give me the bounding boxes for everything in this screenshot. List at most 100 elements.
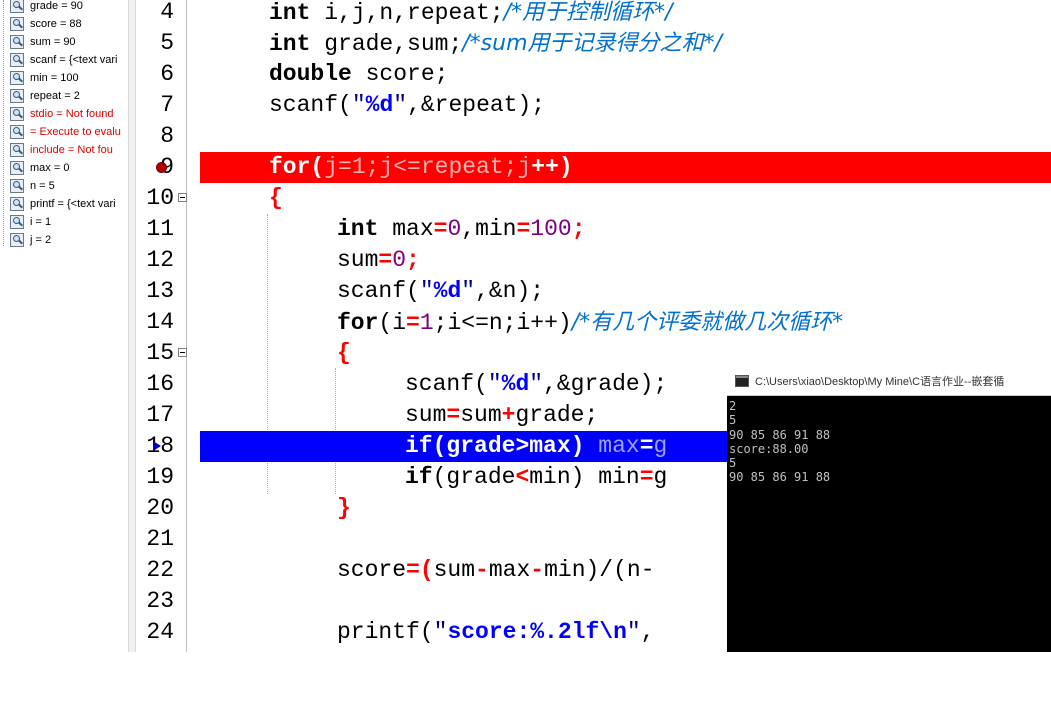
operator: = xyxy=(378,247,393,273)
watch-item[interactable]: printf = {<text vari xyxy=(10,195,116,213)
watch-item[interactable]: max = 0 xyxy=(10,159,69,177)
watch-item[interactable]: repeat = 2 xyxy=(10,87,80,105)
watch-magnifier-icon xyxy=(10,71,24,85)
watch-item[interactable]: scanf = {<text vari xyxy=(10,51,117,69)
code-text: scanf( xyxy=(269,92,352,118)
console-title: C:\Users\xiao\Desktop\My Mine\C语言作业--嵌套循 xyxy=(755,375,1005,388)
watch-label: min = 100 xyxy=(30,72,79,84)
brace: { xyxy=(269,185,283,211)
panel-splitter[interactable] xyxy=(128,0,136,652)
line-number[interactable]: 10 xyxy=(146,183,174,214)
code-line-12[interactable]: sum=0; xyxy=(198,245,1051,276)
watch-magnifier-icon xyxy=(10,107,24,121)
keyword: int xyxy=(269,0,311,26)
code-line-4[interactable]: int i,j,n,repeat;/*用于控制循环*/ xyxy=(198,0,1051,28)
operator: = xyxy=(639,464,654,490)
keyword: int xyxy=(337,216,379,242)
watch-item[interactable]: = Execute to evalu xyxy=(10,123,121,141)
code-line-7[interactable]: scanf("%d",&repeat); xyxy=(198,90,1051,121)
code-text: ,&grade); xyxy=(543,371,668,397)
line-number[interactable]: 23 xyxy=(146,586,174,617)
number: 1 xyxy=(419,310,434,336)
execution-pointer-icon xyxy=(153,441,161,451)
code-text: ,&n); xyxy=(475,278,545,304)
console-output: 2 5 90 85 86 91 88 score:88.00 5 90 85 86 91 … xyxy=(729,399,830,485)
line-number[interactable]: 15 xyxy=(146,338,174,369)
code-line-13[interactable]: scanf("%d",&n); xyxy=(198,276,1051,307)
code-line-11[interactable]: int max=0,min=100; xyxy=(198,214,1051,245)
watch-item[interactable]: score = 88 xyxy=(10,15,82,33)
code-line-6[interactable]: double score; xyxy=(198,59,1051,90)
watch-item[interactable]: stdio = Not found xyxy=(10,105,113,123)
format-specifier: %d xyxy=(433,278,462,304)
watch-label: stdio = Not found xyxy=(30,108,114,120)
line-number[interactable]: 8 xyxy=(160,121,174,152)
code-line-14[interactable]: for(i=1;i<=n;i++)/*有几个评委就做几次循环* xyxy=(198,307,1051,338)
code-text: grade; xyxy=(515,402,599,428)
watch-label: sum = 90 xyxy=(30,36,76,48)
string-quote: " xyxy=(393,92,408,118)
line-number[interactable]: 16 xyxy=(146,369,174,400)
code-text: ( xyxy=(310,154,325,180)
line-number[interactable]: 6 xyxy=(160,59,174,90)
fold-guide-line xyxy=(186,0,187,652)
operator: = xyxy=(433,216,448,242)
watch-item[interactable]: j = 2 xyxy=(10,231,51,249)
watch-magnifier-icon xyxy=(10,0,24,13)
line-number-gutter[interactable]: 4 5 6 7 8 9 10 11 12 13 14 15 16 17 18 19 20 21 22 23 24 xyxy=(136,0,198,652)
watch-magnifier-icon xyxy=(10,35,24,49)
line-number[interactable]: 22 xyxy=(146,555,174,586)
line-number[interactable]: 7 xyxy=(160,90,174,121)
comment: /*有几个评委就做几次循环* xyxy=(571,310,844,335)
line-number[interactable]: 20 xyxy=(146,493,174,524)
code-text: min xyxy=(584,464,640,490)
code-line-10[interactable]: { xyxy=(198,183,1051,214)
string-quote: " xyxy=(626,619,641,645)
code-text: scanf( xyxy=(405,371,488,397)
fold-toggle-icon[interactable] xyxy=(178,193,187,202)
watch-label: max = 0 xyxy=(30,162,70,174)
console-title-bar[interactable]: C:\Users\xiao\Desktop\My Mine\C语言作业--嵌套循 xyxy=(727,366,1051,396)
line-number[interactable]: 21 xyxy=(146,524,174,555)
comment: /*sum用于记录得分之和*/ xyxy=(462,31,722,56)
breakpoint-icon[interactable] xyxy=(156,162,167,173)
line-number[interactable]: 4 xyxy=(160,0,174,28)
line-number[interactable]: 13 xyxy=(146,276,174,307)
watch-item[interactable]: n = 5 xyxy=(10,177,55,195)
code-line-8[interactable] xyxy=(198,121,1051,152)
format-specifier: %d xyxy=(501,371,530,397)
console-window-icon xyxy=(735,374,749,387)
brace: { xyxy=(337,340,351,366)
line-number[interactable]: 19 xyxy=(146,462,174,493)
watch-panel: grade = 90 score = 88 sum = 90 scanf = {<te… xyxy=(0,0,128,652)
code-line-9-breakpoint[interactable]: for(j=1;j<=repeat;j++) xyxy=(200,152,1051,183)
line-number[interactable]: 14 xyxy=(146,307,174,338)
code-text: printf( xyxy=(337,619,434,645)
watch-magnifier-icon xyxy=(10,125,24,139)
watch-item[interactable]: i = 1 xyxy=(10,213,51,231)
code-line-5[interactable]: int grade,sum;/*sum用于记录得分之和*/ xyxy=(198,28,1051,59)
string-quote: " xyxy=(419,278,434,304)
watch-item[interactable]: include = Not fou xyxy=(10,141,113,159)
code-line-15[interactable]: { xyxy=(198,338,1051,369)
watch-magnifier-icon xyxy=(10,233,24,247)
watch-item[interactable]: min = 100 xyxy=(10,69,79,87)
line-number[interactable]: 11 xyxy=(146,214,174,245)
watch-label: = Execute to evalu xyxy=(30,126,121,138)
line-number[interactable]: 5 xyxy=(160,28,174,59)
watch-item[interactable]: sum = 90 xyxy=(10,33,76,51)
console-window[interactable]: C:\Users\xiao\Desktop\My Mine\C语言作业--嵌套循… xyxy=(727,366,1051,652)
watch-label: repeat = 2 xyxy=(30,90,80,102)
watch-item[interactable]: grade = 90 xyxy=(10,0,83,15)
watch-magnifier-icon xyxy=(10,143,24,157)
code-text: ++) xyxy=(531,154,573,180)
format-specifier: score:%.2lf\n xyxy=(447,619,627,645)
line-number[interactable]: 12 xyxy=(146,245,174,276)
line-number[interactable]: 24 xyxy=(146,617,174,648)
brace: } xyxy=(337,495,351,521)
fold-toggle-icon[interactable] xyxy=(178,348,187,357)
code-text: , xyxy=(640,619,655,645)
line-number[interactable]: 17 xyxy=(146,400,174,431)
code-text: i,j,n,repeat; xyxy=(310,0,504,26)
watch-label: printf = {<text vari xyxy=(30,198,116,210)
